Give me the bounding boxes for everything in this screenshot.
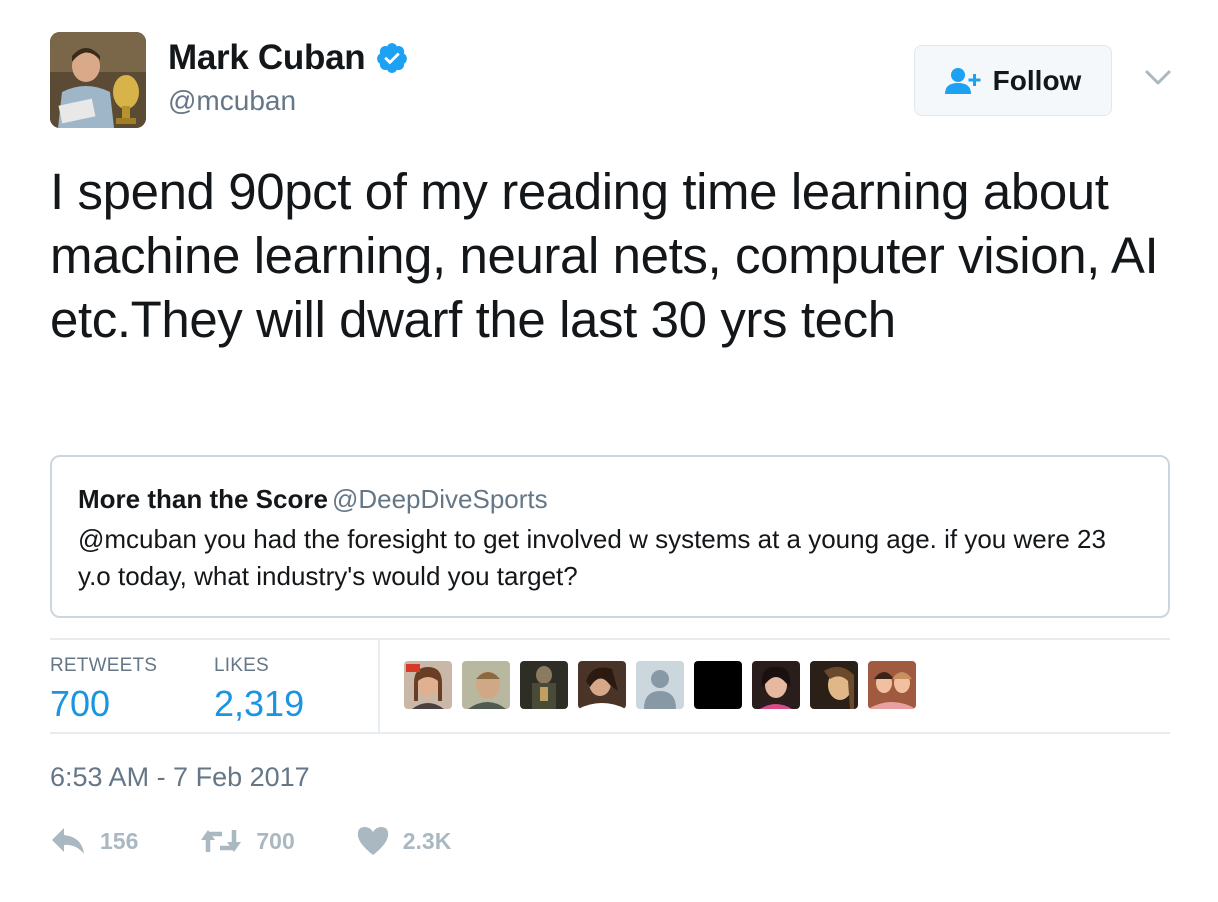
liker-avatar[interactable] (578, 661, 626, 709)
retweets-count: 700 (50, 683, 111, 724)
author-avatar[interactable] (50, 32, 146, 128)
stats-divider-bottom (50, 732, 1170, 734)
retweets-stat[interactable]: RETWEETS 700 (50, 655, 157, 725)
chevron-down-icon[interactable] (1144, 68, 1172, 88)
tweet-actions: 156 700 2.3K (50, 826, 513, 856)
liker-avatars (404, 661, 926, 709)
quoted-tweet[interactable]: More than the Score @DeepDiveSports @mcub… (50, 455, 1170, 618)
add-user-icon (944, 67, 981, 94)
liker-avatar[interactable] (462, 661, 510, 709)
retweets-label: RETWEETS (50, 655, 158, 676)
follow-button[interactable]: Follow (914, 45, 1112, 116)
liker-avatar[interactable] (520, 661, 568, 709)
likes-label: LIKES (214, 655, 269, 676)
liker-avatar[interactable] (810, 661, 858, 709)
quoted-tweet-text: @mcuban you had the foresight to get inv… (78, 524, 1106, 591)
retweet-icon (201, 830, 242, 852)
liker-avatar[interactable] (404, 661, 452, 709)
reply-count: 156 (100, 827, 139, 854)
tweet-text: I spend 90pct of my reading time learnin… (50, 163, 1159, 348)
retweet-button[interactable]: 700 (200, 826, 295, 856)
liker-avatar[interactable] (636, 661, 684, 709)
author-handle[interactable]: @mcuban (168, 85, 296, 117)
reply-button[interactable]: 156 (50, 826, 138, 856)
like-count: 2.3K (402, 827, 452, 854)
quoted-tweet-header: More than the Score @DeepDiveSports (78, 483, 1142, 515)
likes-stat[interactable]: LIKES 2,319 (214, 655, 304, 725)
liker-avatar[interactable] (868, 661, 916, 709)
author-name-row[interactable]: Mark Cuban (168, 38, 409, 78)
retweet-count: 700 (256, 827, 295, 854)
heart-icon (357, 827, 388, 855)
stats-vertical-divider (378, 640, 380, 732)
like-button[interactable]: 2.3K (357, 826, 452, 856)
likes-count: 2,319 (214, 683, 305, 724)
tweet-timestamp[interactable]: 6:53 AM - 7 Feb 2017 (50, 762, 310, 793)
liker-avatar[interactable] (752, 661, 800, 709)
verified-badge-icon (377, 43, 408, 73)
quoted-tweet-author-handle: @DeepDiveSports (331, 484, 548, 514)
quoted-tweet-author-name: More than the Score (78, 484, 328, 514)
author-display-name[interactable]: Mark Cuban (168, 38, 366, 78)
liker-avatar[interactable] (694, 661, 742, 709)
follow-button-label: Follow (992, 64, 1082, 96)
stats-divider-top (50, 638, 1170, 640)
reply-icon (52, 828, 84, 854)
